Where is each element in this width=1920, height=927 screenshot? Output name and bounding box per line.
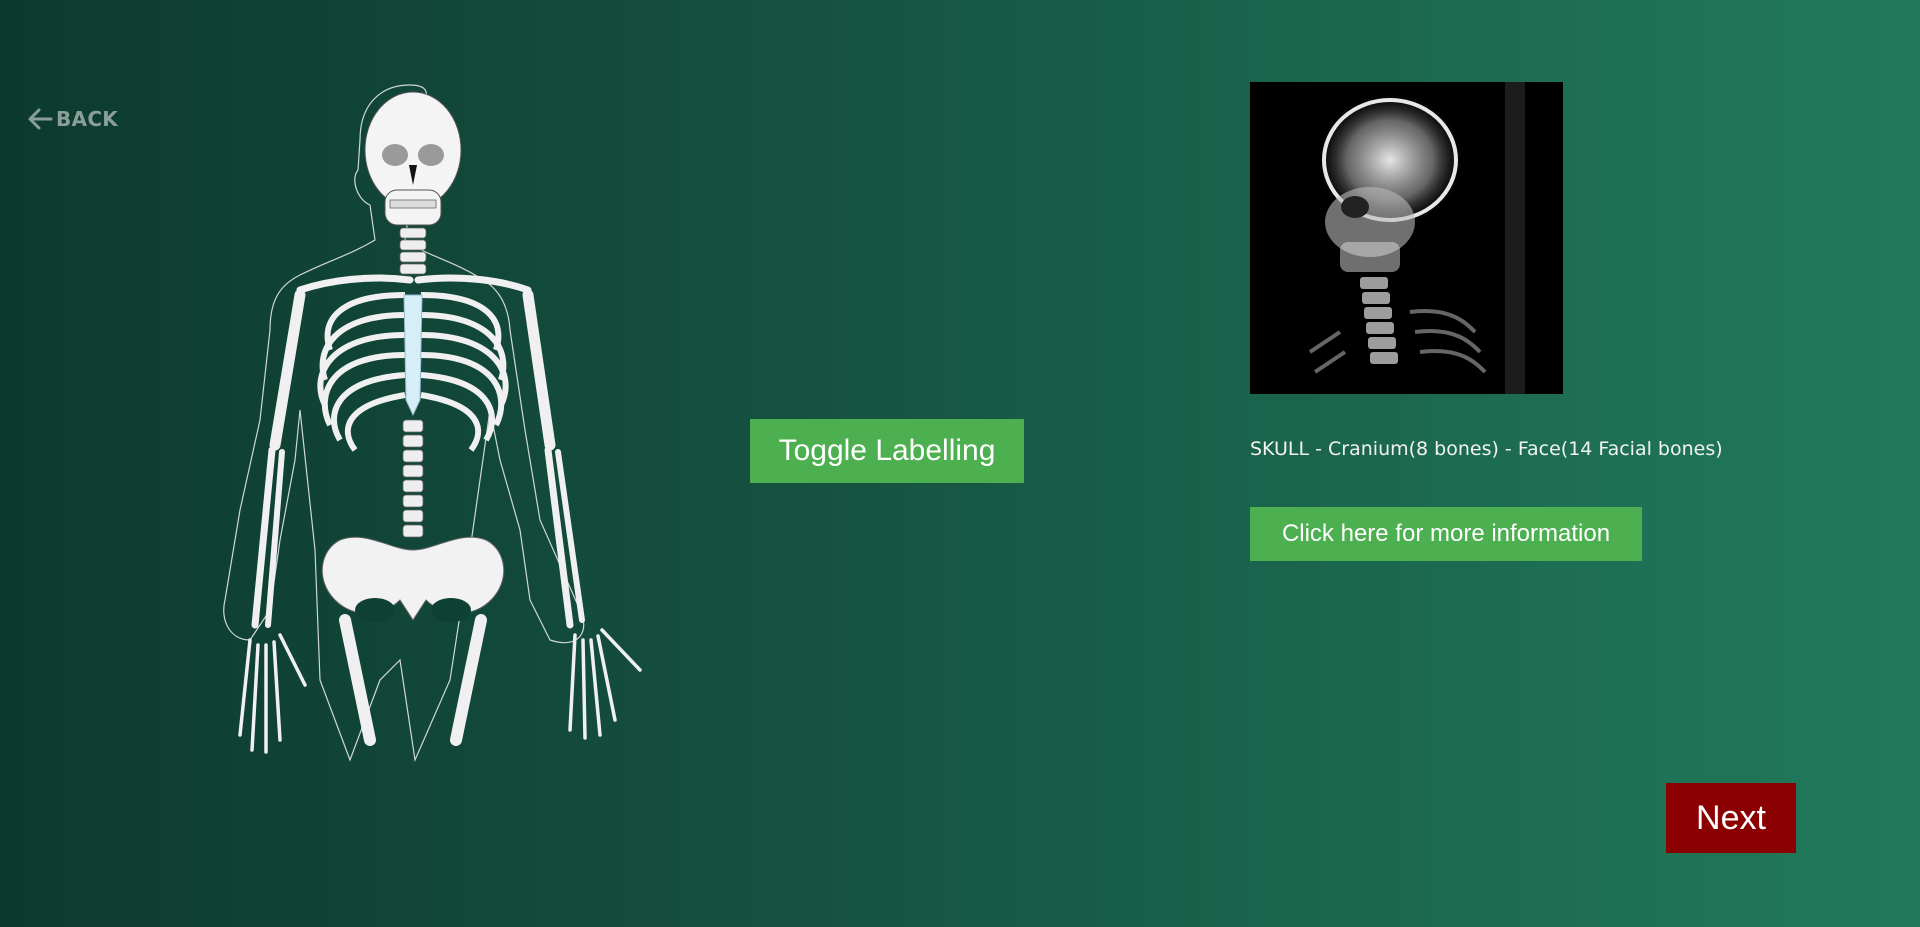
arrow-left-icon [27, 107, 53, 131]
bone-caption: SKULL - Cranium(8 bones) - Face(14 Facia… [1250, 438, 1723, 460]
more-info-button[interactable]: Click here for more information [1250, 507, 1642, 561]
toggle-labelling-button[interactable]: Toggle Labelling [750, 419, 1024, 483]
skeleton-illustration [210, 80, 700, 780]
back-link[interactable]: BACK [27, 107, 118, 131]
next-button[interactable]: Next [1666, 783, 1796, 853]
skull-xray-image [1250, 82, 1563, 394]
back-label: BACK [56, 107, 119, 131]
